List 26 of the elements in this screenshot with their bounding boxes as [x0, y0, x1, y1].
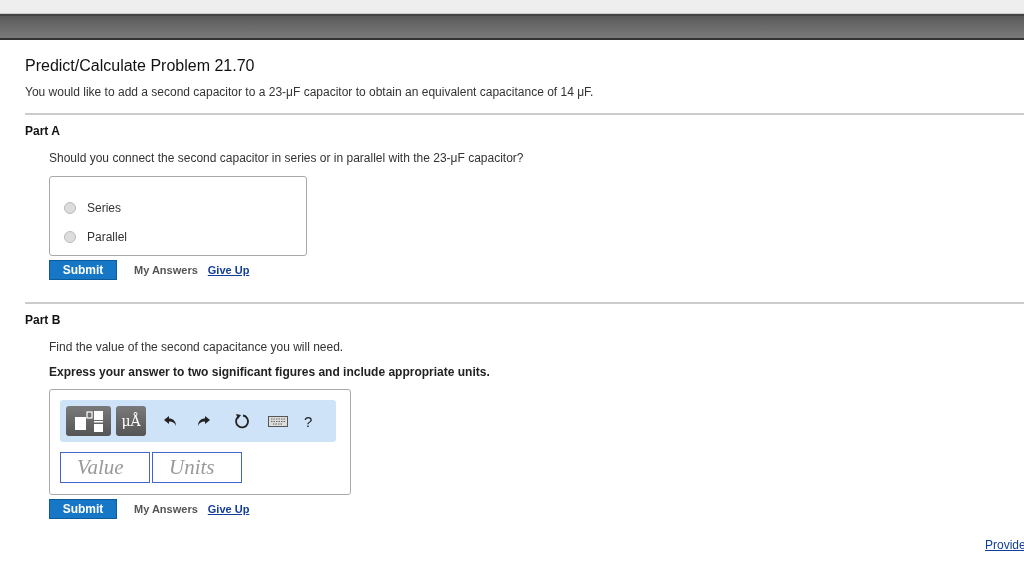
instruction-text: Express your answer to two significant figures and include appropriate units. [49, 365, 491, 379]
part-heading: Part B [25, 313, 62, 327]
problem-title: Predict/Calculate Problem 21.70 [25, 57, 256, 75]
keyboard-icon[interactable] [268, 415, 288, 427]
problem-text: You would like to add a second capacitor to a 23-μF capacitor to obtain an equivalent capacitance of 14 μF. [25, 85, 595, 99]
value-field[interactable]: Value [60, 452, 150, 483]
radio-button[interactable] [64, 230, 76, 243]
my-answers-label: My Answers [134, 503, 198, 515]
give-up-link[interactable]: Give Up [207, 264, 250, 276]
submit-button[interactable]: Submit [49, 499, 117, 519]
radio-button[interactable] [64, 201, 76, 214]
question-text: Find the value of the second capacitance you will need. [49, 340, 345, 354]
option-label: Series [87, 200, 121, 215]
undo-icon[interactable] [164, 415, 178, 427]
part-heading: Part A [25, 124, 61, 138]
submit-button[interactable]: Submit [49, 260, 117, 280]
template-button[interactable] [66, 406, 111, 436]
option-label: Parallel [87, 229, 128, 244]
redo-icon[interactable] [196, 415, 210, 427]
units-field[interactable]: Units [152, 452, 242, 483]
my-answers-label: My Answers [134, 264, 198, 276]
units-button[interactable]: μÅ [116, 406, 146, 436]
question-text: Should you connect the second capacitor in series or in parallel with the 23-μF capacitor? [49, 151, 525, 165]
reset-icon[interactable] [234, 413, 250, 429]
help-button[interactable]: ? [304, 412, 313, 430]
give-up-link[interactable]: Give Up [207, 503, 250, 515]
